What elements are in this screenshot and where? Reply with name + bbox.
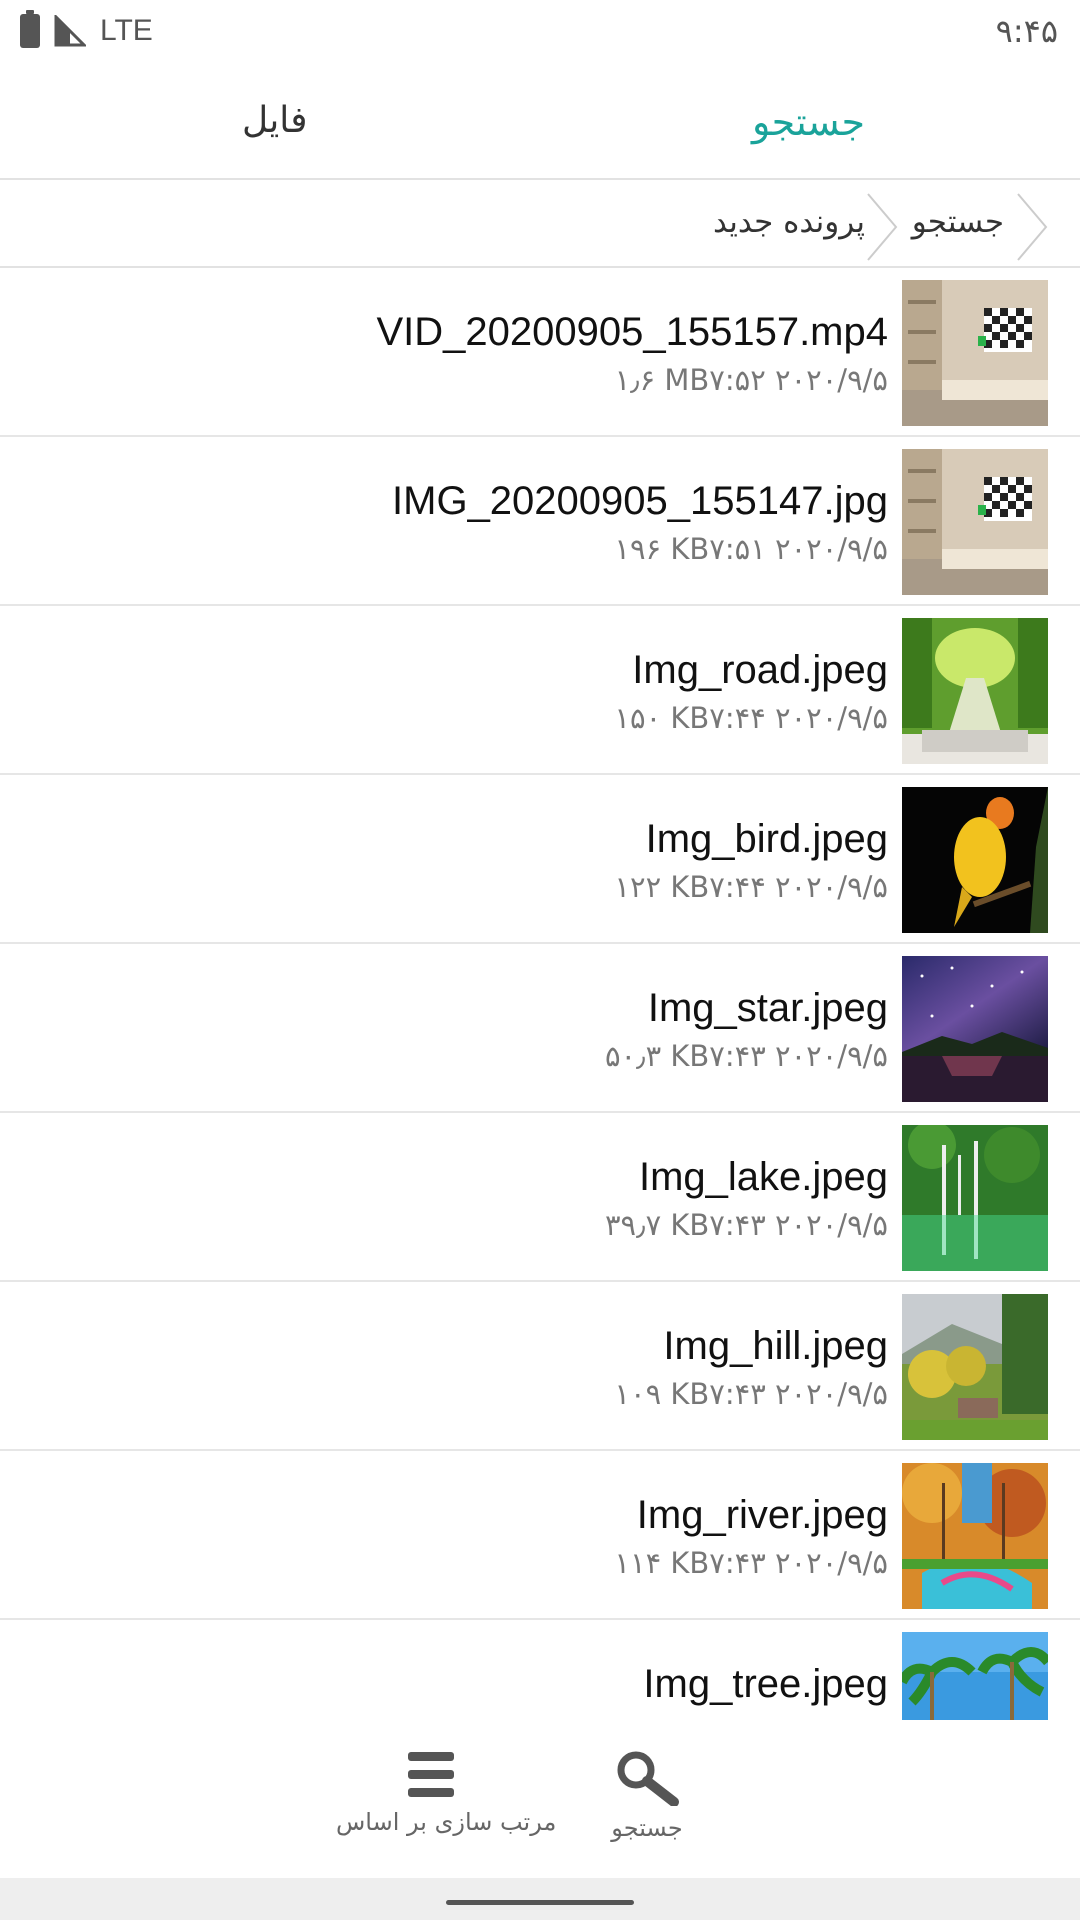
file-size: ۱۰۹ KB xyxy=(614,1377,710,1411)
file-name: VID_20200905_155157.mp4 xyxy=(376,310,888,354)
chevron-left-icon xyxy=(867,193,898,261)
menu-icon xyxy=(408,1752,454,1797)
file-size: ۱۹۶ KB xyxy=(614,532,710,566)
system-nav-area xyxy=(0,1878,1080,1920)
breadcrumb: جستجو پرونده جدید xyxy=(0,182,1080,268)
tab-search[interactable]: جستجو xyxy=(752,100,865,144)
file-name: Img_star.jpeg xyxy=(647,986,888,1030)
file-date: ۲۰۲۰/۹/۵ xyxy=(775,1377,888,1411)
file-row[interactable]: Img_tree.jpeg xyxy=(0,1620,1080,1720)
tree-thumbnail xyxy=(902,1632,1048,1720)
file-row[interactable]: Img_river.jpeg ۱۱۴ KB۷:۴۳ ۲۰۲۰/۹/۵ xyxy=(0,1451,1080,1620)
file-time: ۷:۴۳ xyxy=(709,1039,766,1073)
battery-icon xyxy=(20,10,40,48)
file-meta: ۱٫۶ MB۷:۵۲ ۲۰۲۰/۹/۵ xyxy=(615,363,888,397)
file-time: ۷:۵۲ xyxy=(709,363,766,397)
breadcrumb-item-new-folder[interactable]: پرونده جدید xyxy=(713,204,865,240)
file-time: ۷:۴۳ xyxy=(709,1208,766,1242)
file-time: ۷:۵۱ xyxy=(709,532,766,566)
file-name: IMG_20200905_155147.jpg xyxy=(392,479,888,523)
tab-file[interactable]: فایل xyxy=(242,100,307,141)
breadcrumb-item-search[interactable]: جستجو xyxy=(912,204,1004,240)
hill-thumbnail xyxy=(902,1294,1048,1440)
file-time: ۷:۴۳ xyxy=(709,1377,766,1411)
file-row[interactable]: VID_20200905_155157.mp4 ۱٫۶ MB۷:۵۲ ۲۰۲۰/… xyxy=(0,268,1080,437)
search-button[interactable]: جستجو xyxy=(600,1750,694,1842)
tab-bar: جستجو فایل xyxy=(0,62,1080,180)
sort-label: مرتب سازی بر اساس xyxy=(336,1808,557,1836)
file-name: Img_bird.jpeg xyxy=(645,817,888,861)
network-type: LTE xyxy=(100,14,153,47)
file-meta: ۱۱۴ KB۷:۴۳ ۲۰۲۰/۹/۵ xyxy=(614,1546,888,1580)
file-time: ۷:۴۴ xyxy=(709,870,766,904)
file-row[interactable]: Img_lake.jpeg ۳۹٫۷ KB۷:۴۳ ۲۰۲۰/۹/۵ xyxy=(0,1113,1080,1282)
file-row[interactable]: Img_star.jpeg ۵۰٫۳ KB۷:۴۳ ۲۰۲۰/۹/۵ xyxy=(0,944,1080,1113)
file-meta: ۱۰۹ KB۷:۴۳ ۲۰۲۰/۹/۵ xyxy=(614,1377,888,1411)
file-name: Img_road.jpeg xyxy=(632,648,888,692)
bird-thumbnail xyxy=(902,787,1048,933)
home-indicator[interactable] xyxy=(446,1900,634,1905)
river-thumbnail xyxy=(902,1463,1048,1609)
file-meta: ۱۲۲ KB۷:۴۴ ۲۰۲۰/۹/۵ xyxy=(614,870,888,904)
room-video-thumbnail xyxy=(902,280,1048,426)
lake-thumbnail xyxy=(902,1125,1048,1271)
file-time: ۷:۴۳ xyxy=(709,1546,766,1580)
file-name: Img_river.jpeg xyxy=(636,1493,888,1537)
file-row[interactable]: Img_bird.jpeg ۱۲۲ KB۷:۴۴ ۲۰۲۰/۹/۵ xyxy=(0,775,1080,944)
file-size: ۵۰٫۳ KB xyxy=(604,1039,710,1073)
file-date: ۲۰۲۰/۹/۵ xyxy=(775,1208,888,1242)
search-label: جستجو xyxy=(611,1814,683,1842)
file-date: ۲۰۲۰/۹/۵ xyxy=(775,363,888,397)
file-row[interactable]: Img_hill.jpeg ۱۰۹ KB۷:۴۳ ۲۰۲۰/۹/۵ xyxy=(0,1282,1080,1451)
file-size: ۱۵۰ KB xyxy=(614,701,710,735)
file-date: ۲۰۲۰/۹/۵ xyxy=(775,1039,888,1073)
file-size: ۳۹٫۷ KB xyxy=(604,1208,710,1242)
file-meta: ۳۹٫۷ KB۷:۴۳ ۲۰۲۰/۹/۵ xyxy=(605,1208,888,1242)
status-bar: LTE ۹:۴۵ xyxy=(0,0,1080,62)
status-icons: LTE xyxy=(20,10,153,48)
file-date: ۲۰۲۰/۹/۵ xyxy=(775,870,888,904)
file-size: ۱٫۶ MB xyxy=(614,363,710,397)
road-thumbnail xyxy=(902,618,1048,764)
file-name: Img_lake.jpeg xyxy=(638,1155,888,1199)
star-thumbnail xyxy=(902,956,1048,1102)
file-size: ۱۲۲ KB xyxy=(614,870,710,904)
file-meta: ۱۵۰ KB۷:۴۴ ۲۰۲۰/۹/۵ xyxy=(614,701,888,735)
file-row[interactable]: Img_road.jpeg ۱۵۰ KB۷:۴۴ ۲۰۲۰/۹/۵ xyxy=(0,606,1080,775)
file-date: ۲۰۲۰/۹/۵ xyxy=(775,1546,888,1580)
file-row[interactable]: IMG_20200905_155147.jpg ۱۹۶ KB۷:۵۱ ۲۰۲۰/… xyxy=(0,437,1080,606)
file-time: ۷:۴۴ xyxy=(709,701,766,735)
file-size: ۱۱۴ KB xyxy=(614,1546,710,1580)
search-icon xyxy=(617,1751,679,1806)
file-meta: ۱۹۶ KB۷:۵۱ ۲۰۲۰/۹/۵ xyxy=(614,532,888,566)
room-photo-thumbnail xyxy=(902,449,1048,595)
clock: ۹:۴۵ xyxy=(995,12,1058,50)
file-date: ۲۰۲۰/۹/۵ xyxy=(775,532,888,566)
file-list[interactable]: VID_20200905_155157.mp4 ۱٫۶ MB۷:۵۲ ۲۰۲۰/… xyxy=(0,268,1080,1720)
sort-button[interactable]: مرتب سازی بر اساس xyxy=(336,1750,557,1836)
signal-icon xyxy=(54,15,86,47)
file-meta: ۵۰٫۳ KB۷:۴۳ ۲۰۲۰/۹/۵ xyxy=(605,1039,888,1073)
file-date: ۲۰۲۰/۹/۵ xyxy=(775,701,888,735)
file-name: Img_hill.jpeg xyxy=(663,1324,888,1368)
file-name: Img_tree.jpeg xyxy=(643,1662,888,1706)
chevron-left-icon xyxy=(1017,193,1048,261)
bottom-action-bar: مرتب سازی بر اساس جستجو xyxy=(0,1720,1080,1878)
